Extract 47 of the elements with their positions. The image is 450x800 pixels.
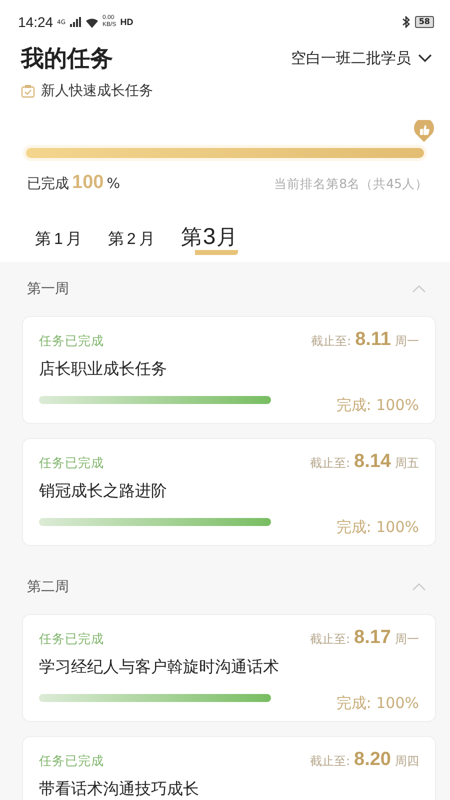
thumbs-up-marker-icon xyxy=(413,120,435,143)
task-title: 店长职业成长任务 xyxy=(39,359,168,380)
deadline-weekday: 周一 xyxy=(395,631,419,648)
deadline-date: 8.17 xyxy=(354,627,391,649)
clipboard-icon xyxy=(21,84,35,98)
deadline-weekday: 周一 xyxy=(395,333,419,350)
month-tab[interactable]: 第 1 月 xyxy=(35,228,82,250)
completion-percent: 完成: 100% xyxy=(336,694,419,713)
class-selector[interactable]: 空白一班二批学员 xyxy=(291,48,432,68)
chevron-down-icon xyxy=(418,54,432,62)
deadline-date: 8.14 xyxy=(354,451,391,473)
deadline-weekday: 周五 xyxy=(395,455,419,472)
page-title: 我的任务 xyxy=(21,44,113,74)
task-title: 销冠成长之路进阶 xyxy=(39,481,168,502)
completed-value: 100 xyxy=(72,172,104,194)
task-card[interactable]: 任务已完成 截止至: 8.17 周一 学习经纪人与客户斡旋时沟通话术 完成: 100% xyxy=(22,614,436,722)
week-title: 第二周 xyxy=(27,578,69,596)
task-card[interactable]: 任务已完成 截止至: 8.14 周五 销冠成长之路进阶 完成: 100% xyxy=(22,438,436,546)
deadline-date: 8.11 xyxy=(355,329,391,351)
percent-sign: % xyxy=(106,176,120,192)
task-status: 任务已完成 xyxy=(39,333,104,350)
task-title: 带看话术沟通技巧成长 xyxy=(39,779,200,800)
deadline-label: 截止至: xyxy=(310,631,350,648)
task-status: 任务已完成 xyxy=(39,455,104,472)
task-status: 任务已完成 xyxy=(39,631,104,648)
deadline-label: 截止至: xyxy=(310,753,350,770)
ranking-text: 当前排名第8名（共45人） xyxy=(274,176,428,193)
task-card[interactable]: 任务已完成 截止至: 8.11 周一 店长职业成长任务 完成: 100% xyxy=(22,316,436,424)
completed-label: 已完成 xyxy=(27,175,69,193)
plan-name: 新人快速成长任务 xyxy=(41,82,153,100)
deadline-label: 截止至: xyxy=(311,333,352,350)
wifi-icon xyxy=(84,16,99,28)
task-status: 任务已完成 xyxy=(39,753,104,770)
deadline-date: 8.20 xyxy=(354,749,391,771)
deadline-weekday: 周四 xyxy=(395,753,419,770)
task-card[interactable]: 任务已完成 截止至: 8.20 周四 带看话术沟通技巧成长 xyxy=(22,736,436,800)
signal-icon xyxy=(70,17,81,27)
clock-time: 14:24 xyxy=(18,14,54,30)
hd-indicator: HD xyxy=(120,17,134,27)
bluetooth-icon xyxy=(400,16,411,28)
completion-percent: 完成: 100% xyxy=(336,518,419,537)
task-title: 学习经纪人与客户斡旋时沟通话术 xyxy=(39,657,280,678)
month-tab[interactable]: 第 2 月 xyxy=(108,228,155,250)
battery-indicator: 58 xyxy=(414,16,434,28)
week-title: 第一周 xyxy=(27,280,69,298)
completion-percent: 完成: 100% xyxy=(336,396,419,415)
deadline-label: 截止至: xyxy=(310,455,350,472)
